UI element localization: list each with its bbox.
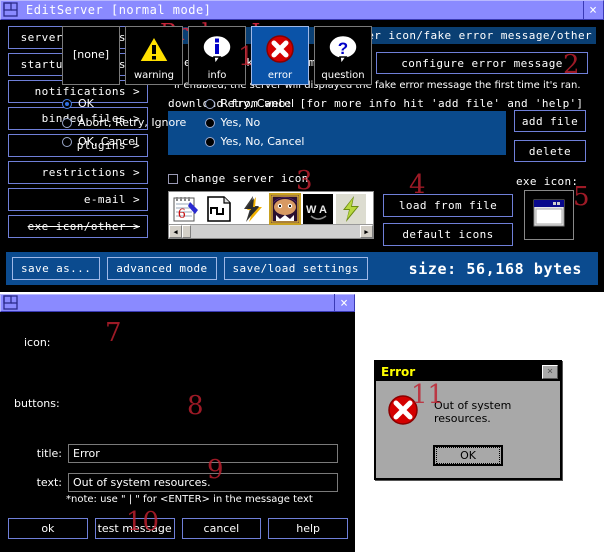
radio-ok-cancel[interactable]: OK, Cancel — [62, 132, 205, 151]
info-bubble-icon — [189, 27, 245, 70]
radio-ok[interactable]: OK — [62, 94, 205, 113]
face-photo-icon[interactable] — [269, 192, 301, 225]
green-lightning-icon[interactable] — [336, 193, 366, 224]
buttons-label: buttons: — [14, 397, 60, 410]
save-as-button[interactable]: save as... — [12, 257, 101, 280]
window-restore-icon[interactable] — [2, 294, 20, 312]
title-field-row: title: — [20, 444, 338, 463]
size-status-text: size: 56,168 bytes — [408, 259, 582, 278]
wa-text-icon[interactable]: W A — [303, 193, 333, 224]
sidebar-item-restrictions[interactable]: restrictions > — [8, 161, 148, 184]
button-options-group: OK Abort, Retry, Ignore OK, Cancel Retry… — [62, 94, 347, 151]
section-header-label: server icon/fake error message/other — [339, 29, 592, 42]
icon-strip-scrollbar[interactable]: ◀ ▶ — [169, 224, 373, 238]
server-icon-strip: 6 W A ◀ ▶ — [168, 191, 374, 239]
change-server-icon-label: change server icon — [184, 172, 309, 185]
error-ok-button[interactable]: OK — [433, 445, 503, 466]
text-field-row: text: — [20, 473, 338, 492]
button-options-left-column: OK Abort, Retry, Ignore OK, Cancel — [62, 94, 205, 151]
winamp-lightning-icon[interactable] — [237, 193, 267, 224]
notepad-6-icon[interactable]: 6 — [171, 193, 201, 224]
test-message-button[interactable]: test message — [94, 518, 175, 539]
sidebar-item-email[interactable]: e-mail > — [8, 188, 148, 211]
advanced-mode-button[interactable]: advanced mode — [107, 257, 217, 280]
scroll-track[interactable] — [191, 225, 360, 238]
scroll-left-arrow-icon[interactable]: ◀ — [169, 225, 182, 238]
ok-button[interactable]: ok — [8, 518, 88, 539]
main-titlebar: EditServer [normal mode] × — [0, 0, 604, 20]
svg-text:6: 6 — [178, 206, 186, 222]
main-statusbar: save as... advanced mode save/load setti… — [6, 252, 598, 285]
scroll-right-arrow-icon[interactable]: ▶ — [360, 225, 373, 238]
error-messagebox-button-row: OK — [376, 445, 560, 466]
message-text-note: *note: use " | " for <ENTER> in the mess… — [66, 494, 313, 505]
error-message-config-dialog: × — [0, 294, 355, 552]
svg-text:?: ? — [338, 39, 348, 58]
radio-yes-no-indicator[interactable] — [204, 117, 215, 128]
radio-yes-no[interactable]: Yes, No — [204, 113, 348, 132]
error-messagebox-title: Error — [381, 364, 416, 379]
save-load-settings-button[interactable]: save/load settings — [223, 257, 368, 280]
error-circle-x-icon — [252, 27, 308, 70]
error-messagebox: Error × Out of system resources. OK — [374, 360, 562, 480]
radio-yes-no-cancel[interactable]: Yes, No, Cancel — [204, 132, 348, 151]
radio-ok-indicator[interactable] — [62, 98, 72, 109]
icon-label: icon: — [24, 336, 51, 349]
cancel-button[interactable]: cancel — [181, 518, 262, 539]
waveform-document-icon[interactable] — [204, 193, 234, 224]
load-from-file-button[interactable]: load from file — [383, 194, 513, 217]
icon-choice-info[interactable]: info — [188, 26, 246, 85]
close-icon[interactable]: × — [542, 364, 558, 379]
generic-window-icon — [531, 197, 567, 233]
icon-choice-warning[interactable]: warning — [125, 26, 183, 85]
exe-icon-label: exe icon: — [516, 175, 579, 188]
text-input[interactable] — [68, 473, 338, 492]
error-messagebox-text: Out of system resources. — [434, 399, 512, 425]
radio-abort-retry-ignore-indicator[interactable] — [62, 117, 72, 128]
icon-choice-group: [none] warning info error ? question — [62, 26, 377, 85]
close-icon[interactable]: × — [583, 1, 602, 19]
configure-error-message-button[interactable]: configure error message — [376, 52, 588, 74]
default-icons-button[interactable]: default icons — [383, 223, 513, 246]
svg-text:W: W — [306, 204, 317, 216]
icon-choice-question[interactable]: ? question — [314, 26, 372, 85]
error-messagebox-body: Out of system resources. — [376, 381, 560, 431]
svg-text:A: A — [319, 204, 327, 216]
text-field-label: text: — [36, 476, 62, 489]
error-circle-x-icon — [386, 393, 420, 431]
radio-ok-cancel-indicator[interactable] — [62, 136, 72, 147]
help-button[interactable]: help — [268, 518, 348, 539]
add-file-button[interactable]: add file — [514, 110, 586, 132]
icon-choice-none[interactable]: [none] — [62, 26, 120, 85]
change-server-icon-checkbox[interactable] — [168, 173, 178, 184]
radio-retry-cancel-indicator[interactable] — [204, 98, 215, 109]
server-icon-list: 6 W A — [169, 192, 373, 225]
title-field-label: title: — [36, 447, 62, 460]
none-icon: [none] — [72, 47, 110, 61]
change-server-icon-row[interactable]: change server icon — [168, 172, 309, 185]
dialog-titlebar: × — [0, 294, 355, 312]
radio-yes-no-cancel-indicator[interactable] — [204, 136, 215, 147]
scroll-thumb[interactable] — [182, 225, 191, 238]
question-bubble-icon: ? — [315, 27, 371, 70]
title-input[interactable] — [68, 444, 338, 463]
button-options-right-column: Retry, Cancel Yes, No Yes, No, Cancel — [204, 94, 348, 151]
radio-retry-cancel[interactable]: Retry, Cancel — [204, 94, 348, 113]
exe-icon-preview[interactable] — [524, 190, 574, 240]
warning-triangle-icon — [126, 27, 182, 70]
delete-button[interactable]: delete — [514, 140, 586, 162]
dialog-action-buttons: ok test message cancel help — [8, 518, 348, 539]
close-icon[interactable]: × — [334, 294, 353, 312]
sidebar-item-exe-icon-other[interactable]: exe icon/other > — [8, 215, 148, 238]
icon-choice-error[interactable]: error — [251, 26, 309, 85]
window-restore-icon[interactable] — [2, 1, 20, 19]
error-messagebox-titlebar: Error × — [376, 362, 560, 381]
radio-abort-retry-ignore[interactable]: Abort, Retry, Ignore — [62, 113, 205, 132]
main-window-title: EditServer [normal mode] — [26, 3, 212, 17]
